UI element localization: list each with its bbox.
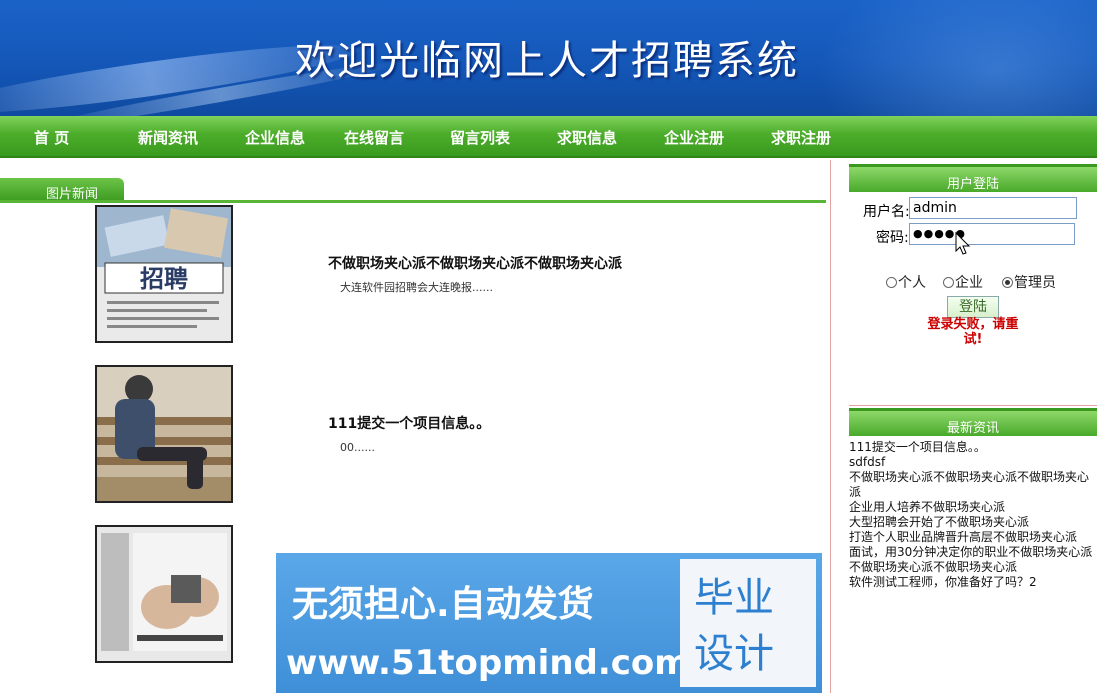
role-label: 个人 xyxy=(898,275,926,291)
ad-line-1: 无须担心.自动发货 xyxy=(292,584,594,625)
latest-news-list: 111提交一个项目信息。。 sdfdsf 不做职场夹心派不做职场夹心派不做职场夹… xyxy=(849,440,1097,590)
role-label: 管理员 xyxy=(1014,275,1056,291)
latest-news-item[interactable]: 面试，用30分钟决定你的职业不做职场夹心派 xyxy=(849,545,1097,560)
nav-item-news[interactable]: 新闻资讯 xyxy=(138,127,198,148)
role-option-admin[interactable]: 管理员 xyxy=(1002,272,1056,292)
role-option-personal[interactable]: 个人 xyxy=(886,272,926,292)
thumbnail-caption: 招聘 xyxy=(140,265,188,293)
news-summary: 大连软件园招聘会大连晚报...... xyxy=(340,281,493,294)
login-panel-title: 用户登陆 xyxy=(946,177,999,192)
login-error-line-2: 试! xyxy=(963,332,983,347)
ad-badge-line-1: 毕业 xyxy=(694,575,774,621)
latest-news-header: 最新资讯 xyxy=(849,408,1097,436)
ad-badge-line-2: 设计 xyxy=(694,631,774,677)
username-input[interactable]: admin xyxy=(909,197,1077,219)
nav-item-home[interactable]: 首 页 xyxy=(34,127,69,148)
ad-line-2: www.51topmind.com xyxy=(286,643,690,683)
site-banner: 欢迎光临网上人才招聘系统 xyxy=(0,0,1097,116)
banner-glow xyxy=(817,0,1097,116)
news-item: 招聘 不做职场夹心派不做职场夹心派不做职场夹心派 大连软件园招聘会大连晚报...… xyxy=(0,205,830,345)
site-title: 欢迎光临网上人才招聘系统 xyxy=(295,38,799,84)
picture-news-tab: 图片新闻 xyxy=(0,178,124,202)
login-panel-header: 用户登陆 xyxy=(849,164,1097,192)
nav-item-company-register[interactable]: 企业注册 xyxy=(664,127,724,148)
login-error-line-1: 登录失败，请重 xyxy=(927,317,1019,332)
password-input[interactable]: ●●●●● xyxy=(909,223,1075,245)
login-panel: 用户名: admin 密码: ●●●●● 个人 企业 管理员 登陆 登录失败，请… xyxy=(849,194,1097,406)
nav-item-online-message[interactable]: 在线留言 xyxy=(344,127,404,148)
nav-item-seeker-register[interactable]: 求职注册 xyxy=(771,127,831,148)
sidebar: 用户登陆 用户名: admin 密码: ●●●●● 个人 企业 管理员 登陆 登… xyxy=(830,160,1097,693)
password-label: 密码: xyxy=(876,230,909,246)
nav-item-message-list[interactable]: 留言列表 xyxy=(450,127,510,148)
news-summary: 00...... xyxy=(340,441,375,454)
news-title[interactable]: 111提交一个项目信息。。 xyxy=(328,413,490,433)
latest-news-item[interactable]: sdfdsf xyxy=(849,455,1097,470)
section-divider xyxy=(0,200,826,203)
latest-news-item[interactable]: 大型招聘会开始了不做职场夹心派 xyxy=(849,515,1097,530)
nav-item-company-info[interactable]: 企业信息 xyxy=(245,127,305,148)
latest-news-item[interactable]: 软件测试工程师，你准备好了吗？2 xyxy=(849,575,1097,590)
login-button[interactable]: 登陆 xyxy=(947,296,999,318)
role-option-company[interactable]: 企业 xyxy=(943,272,983,292)
nav-item-job-seeking[interactable]: 求职信息 xyxy=(557,127,617,148)
role-label: 企业 xyxy=(955,275,983,291)
news-thumbnail[interactable]: 招聘 xyxy=(95,205,233,343)
latest-news-title: 最新资讯 xyxy=(946,421,999,436)
ad-badge: 毕业 设计 xyxy=(680,559,816,687)
radio-icon xyxy=(943,277,954,288)
radio-icon xyxy=(886,277,897,288)
ad-banner[interactable]: 无须担心.自动发货 www.51topmind.com 毕业 设计 xyxy=(276,553,822,693)
login-error-message: 登录失败，请重 试! xyxy=(913,317,1033,347)
news-thumbnail[interactable] xyxy=(95,365,233,503)
latest-news-item[interactable]: 111提交一个项目信息。。 xyxy=(849,440,1097,455)
latest-news-item[interactable]: 不做职场夹心派不做职场夹心派 xyxy=(849,560,1097,575)
latest-news-item[interactable]: 不做职场夹心派不做职场夹心派不做职场夹心派 xyxy=(849,470,1097,500)
latest-news-item[interactable]: 企业用人培养不做职场夹心派 xyxy=(849,500,1097,515)
mouse-pointer-icon xyxy=(955,231,971,255)
news-title[interactable]: 不做职场夹心派不做职场夹心派不做职场夹心派 xyxy=(328,253,622,273)
radio-selected-icon xyxy=(1002,277,1013,288)
news-item: 111提交一个项目信息。。 00...... xyxy=(0,365,830,505)
username-label: 用户名: xyxy=(863,204,910,220)
latest-news-item[interactable]: 打造个人职业品牌晋升高层不做职场夹心派 xyxy=(849,530,1097,545)
main-nav: 首 页 新闻资讯 企业信息 在线留言 留言列表 求职信息 企业注册 求职注册 xyxy=(0,116,1097,158)
news-thumbnail[interactable] xyxy=(95,525,233,663)
